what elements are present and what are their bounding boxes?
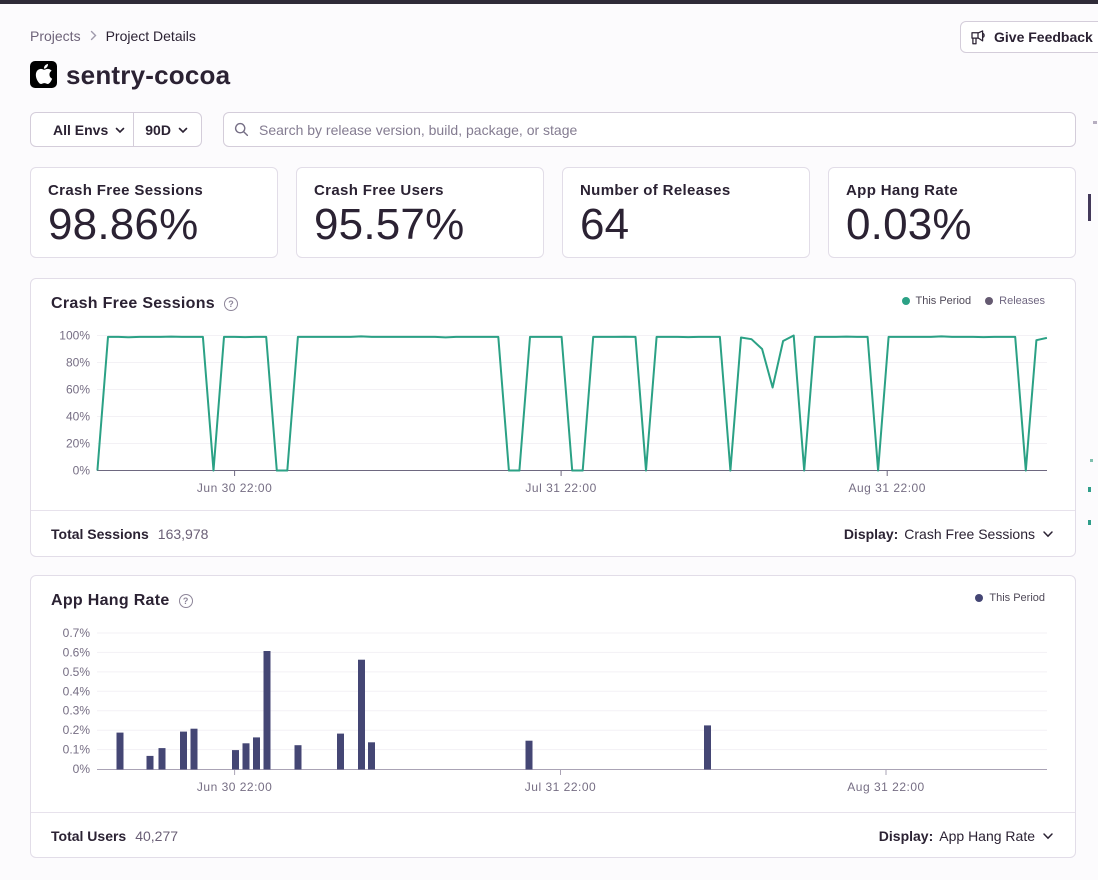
svg-text:40%: 40%	[66, 410, 90, 424]
svg-text:0.7%: 0.7%	[63, 626, 91, 640]
svg-text:Jul 31 22:00: Jul 31 22:00	[525, 481, 596, 495]
svg-text:20%: 20%	[66, 437, 90, 451]
svg-text:60%: 60%	[66, 383, 90, 397]
svg-text:0.2%: 0.2%	[63, 723, 91, 737]
svg-text:Aug 31 22:00: Aug 31 22:00	[847, 780, 924, 794]
svg-text:0.4%: 0.4%	[63, 684, 91, 698]
svg-text:0.3%: 0.3%	[63, 704, 91, 718]
svg-text:Jun 30 22:00: Jun 30 22:00	[197, 780, 272, 794]
svg-text:Aug 31 22:00: Aug 31 22:00	[848, 481, 925, 495]
svg-text:Jun 30 22:00: Jun 30 22:00	[197, 481, 272, 495]
svg-text:0.1%: 0.1%	[63, 743, 91, 757]
svg-text:0.5%: 0.5%	[63, 665, 91, 679]
svg-text:0%: 0%	[73, 464, 91, 478]
svg-text:Jul 31 22:00: Jul 31 22:00	[525, 780, 596, 794]
svg-text:0%: 0%	[73, 762, 91, 776]
svg-text:100%: 100%	[59, 329, 90, 343]
svg-text:80%: 80%	[66, 356, 90, 370]
svg-text:0.6%: 0.6%	[63, 645, 91, 659]
